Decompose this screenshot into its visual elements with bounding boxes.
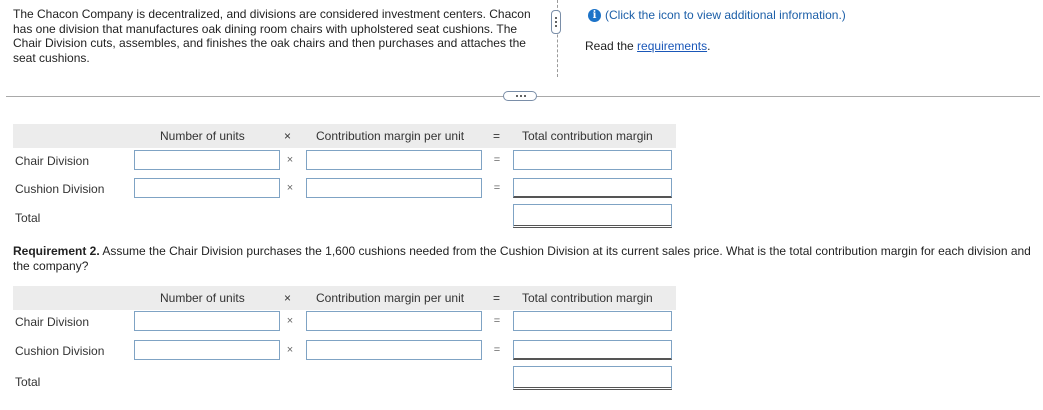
times-symbol: × — [286, 182, 294, 194]
times-symbol: × — [286, 315, 294, 327]
header-times-symbol: × — [284, 129, 292, 143]
read-suffix: . — [707, 39, 711, 53]
equals-symbol: = — [493, 315, 501, 327]
equals-symbol: = — [493, 182, 501, 194]
equals-symbol: = — [493, 344, 501, 356]
cushion-total-cm-input-2[interactable] — [513, 340, 672, 360]
row-label-cushion-division: Cushion Division — [15, 182, 105, 196]
header-total-cm: Total contribution margin — [522, 291, 653, 305]
contribution-table-2: Number of units × Contribution margin pe… — [13, 286, 693, 396]
info-icon[interactable]: i — [588, 8, 601, 22]
header-total-cm: Total contribution margin — [522, 129, 653, 143]
total-cm-input[interactable] — [513, 204, 672, 228]
cushion-cm-per-unit-input-2[interactable] — [306, 340, 482, 360]
row-label-total: Total — [15, 375, 41, 389]
row-label-cushion-division: Cushion Division — [15, 344, 105, 358]
info-row: i (Click the icon to view additional inf… — [588, 8, 846, 22]
requirement-2-label: Requirement 2. — [13, 244, 100, 258]
header-cm-per-unit: Contribution margin per unit — [316, 291, 465, 305]
requirements-link[interactable]: requirements — [637, 39, 707, 53]
total-cm-input-2[interactable] — [513, 366, 672, 390]
chair-total-cm-input-2[interactable] — [513, 311, 672, 331]
times-symbol: × — [286, 154, 294, 166]
problem-intro: The Chacon Company is decentralized, and… — [13, 7, 531, 65]
chair-units-input-2[interactable] — [134, 311, 280, 331]
chair-cm-per-unit-input[interactable] — [306, 150, 482, 170]
chair-cm-per-unit-input-2[interactable] — [306, 311, 482, 331]
row-label-total: Total — [15, 211, 41, 225]
contribution-table-1: Number of units × Contribution margin pe… — [13, 124, 693, 234]
horizontal-resize-handle[interactable] — [503, 91, 537, 101]
cushion-units-input[interactable] — [134, 178, 280, 198]
vertical-resize-handle[interactable] — [551, 10, 561, 34]
row-label-chair-division: Chair Division — [15, 315, 90, 329]
equals-symbol: = — [493, 154, 501, 166]
header-times-symbol: × — [284, 291, 292, 305]
header-number-of-units: Number of units — [160, 291, 245, 305]
chair-units-input[interactable] — [134, 150, 280, 170]
info-click-text[interactable]: (Click the icon to view additional infor… — [605, 8, 846, 22]
chair-total-cm-input[interactable] — [513, 150, 672, 170]
row-label-chair-division: Chair Division — [15, 154, 90, 168]
header-number-of-units: Number of units — [160, 129, 245, 143]
requirement-2-body: Assume the Chair Division purchases the … — [13, 244, 1031, 273]
read-prefix: Read the — [585, 39, 638, 53]
header-cm-per-unit: Contribution margin per unit — [316, 129, 465, 143]
cushion-total-cm-input[interactable] — [513, 178, 672, 198]
header-equals-symbol: = — [493, 129, 501, 143]
times-symbol: × — [286, 344, 294, 356]
cushion-cm-per-unit-input[interactable] — [306, 178, 482, 198]
read-requirements: Read the requirements. — [585, 39, 710, 53]
requirement-2-text: Requirement 2. Assume the Chair Division… — [13, 244, 1033, 274]
cushion-units-input-2[interactable] — [134, 340, 280, 360]
header-equals-symbol: = — [493, 291, 501, 305]
